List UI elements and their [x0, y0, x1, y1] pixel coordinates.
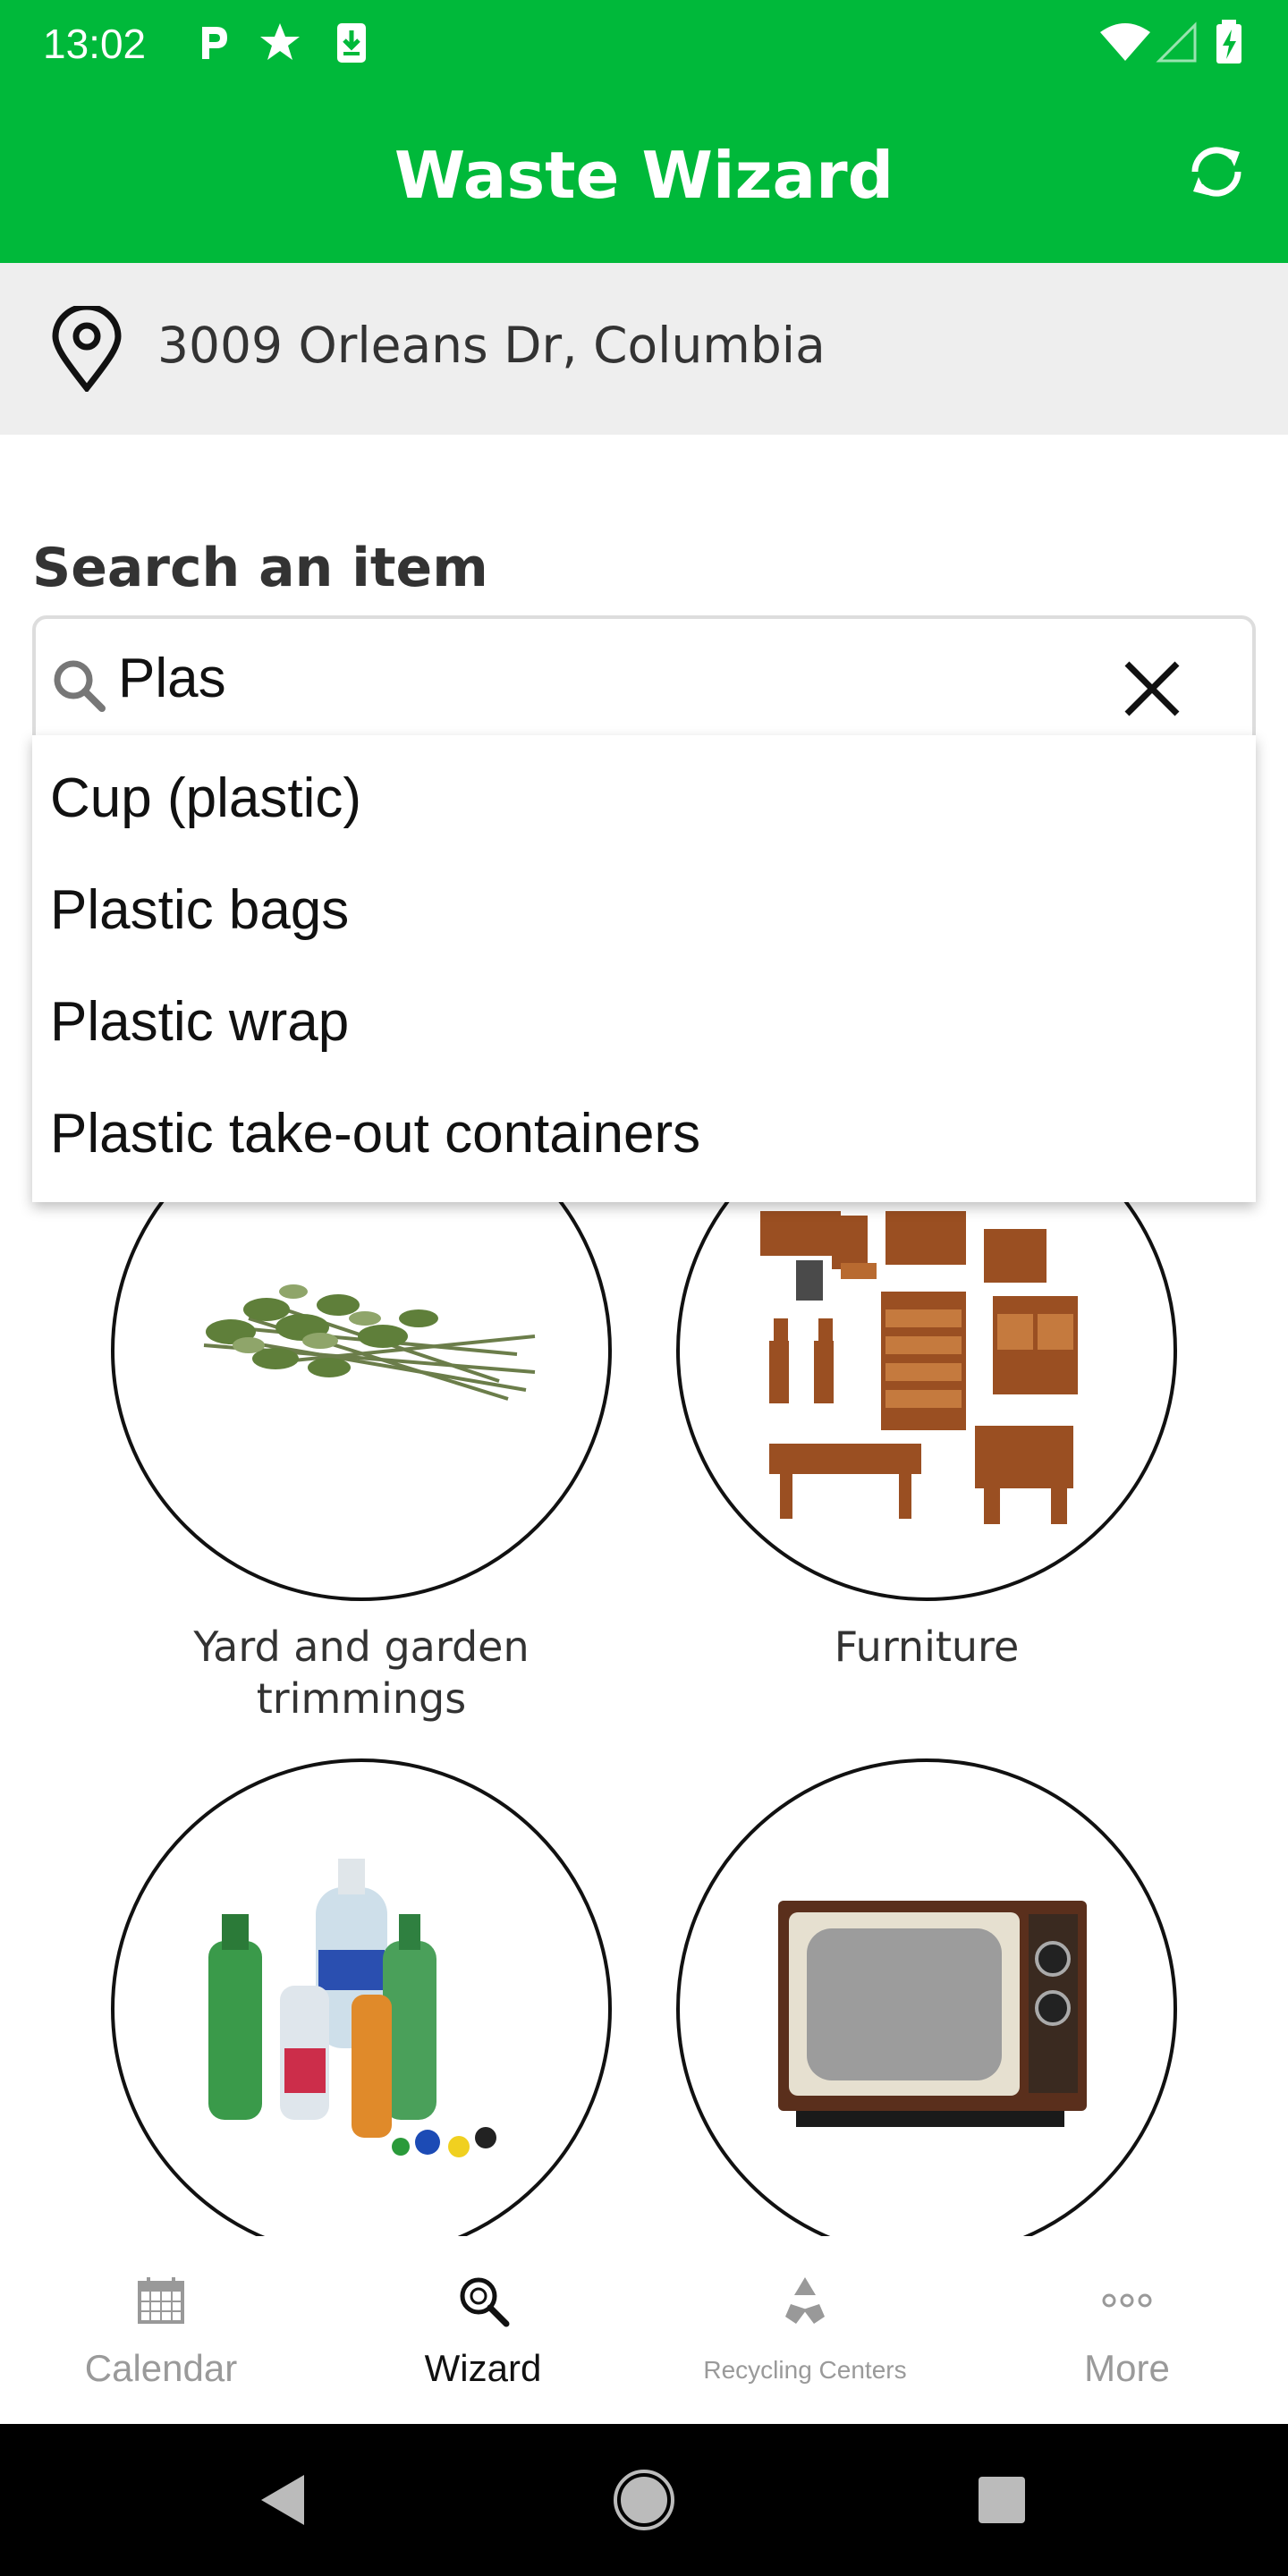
- tab-label: Calendar: [84, 2347, 238, 2389]
- calendar-icon: [138, 2277, 184, 2324]
- star-icon: [260, 23, 300, 60]
- plastic-bottles-image: [208, 1859, 496, 2157]
- location-address: 3009 Orleans Dr, Columbia: [157, 317, 826, 374]
- suggestions-dropdown: Cup (plastic) Plastic bags Plastic wrap …: [32, 735, 1256, 1202]
- search-label: Search an item: [32, 537, 488, 599]
- tab-recycling-centers[interactable]: Recycling Centers: [644, 2236, 966, 2424]
- bottom-nav: Calendar Wizard Recycling Centers More: [0, 2236, 1288, 2424]
- suggestion-item[interactable]: Plastic wrap: [32, 966, 1256, 1078]
- download-icon: [337, 23, 366, 63]
- tab-label: Wizard: [424, 2347, 542, 2389]
- system-nav-bar: [0, 2424, 1288, 2576]
- close-icon[interactable]: [1120, 657, 1184, 721]
- television-image: [778, 1901, 1087, 2127]
- cell-signal-icon: [1156, 21, 1197, 63]
- suggestion-item[interactable]: Cup (plastic): [32, 742, 1256, 854]
- location-bar[interactable]: 3009 Orleans Dr, Columbia: [0, 263, 1288, 435]
- status-bar: 13:02: [0, 0, 1288, 86]
- search-icon: [54, 660, 106, 712]
- parking-icon: [202, 27, 227, 59]
- wizard-search-icon: [460, 2277, 510, 2327]
- category-label: Furniture: [834, 1623, 1020, 1671]
- status-time: 13:02: [43, 21, 147, 67]
- tab-more[interactable]: More: [966, 2236, 1288, 2424]
- battery-charging-icon: [1216, 20, 1241, 64]
- recycle-icon: [785, 2277, 825, 2324]
- app-title: Waste Wizard: [394, 138, 894, 213]
- suggestion-item[interactable]: Plastic take-out containers: [32, 1078, 1256, 1190]
- suggestion-item[interactable]: Plastic bags: [32, 854, 1256, 966]
- wifi-icon: [1100, 23, 1150, 61]
- tab-wizard[interactable]: Wizard: [322, 2236, 644, 2424]
- category-plastic-bottles[interactable]: [111, 1758, 612, 2259]
- tab-label: Recycling Centers: [703, 2356, 907, 2384]
- location-pin-icon: [52, 306, 122, 392]
- search-input[interactable]: [118, 633, 1102, 723]
- category-label: Yard and garden trimmings: [193, 1623, 530, 1723]
- refresh-icon[interactable]: [1181, 136, 1252, 208]
- recents-icon[interactable]: [966, 2464, 1038, 2536]
- back-icon[interactable]: [250, 2464, 322, 2536]
- app-bar: Waste Wizard: [0, 86, 1288, 263]
- home-icon[interactable]: [608, 2464, 680, 2536]
- category-television[interactable]: [676, 1758, 1177, 2259]
- more-dots-icon: [1102, 2293, 1152, 2308]
- tab-calendar[interactable]: Calendar: [0, 2236, 322, 2424]
- tab-label: More: [1084, 2347, 1170, 2389]
